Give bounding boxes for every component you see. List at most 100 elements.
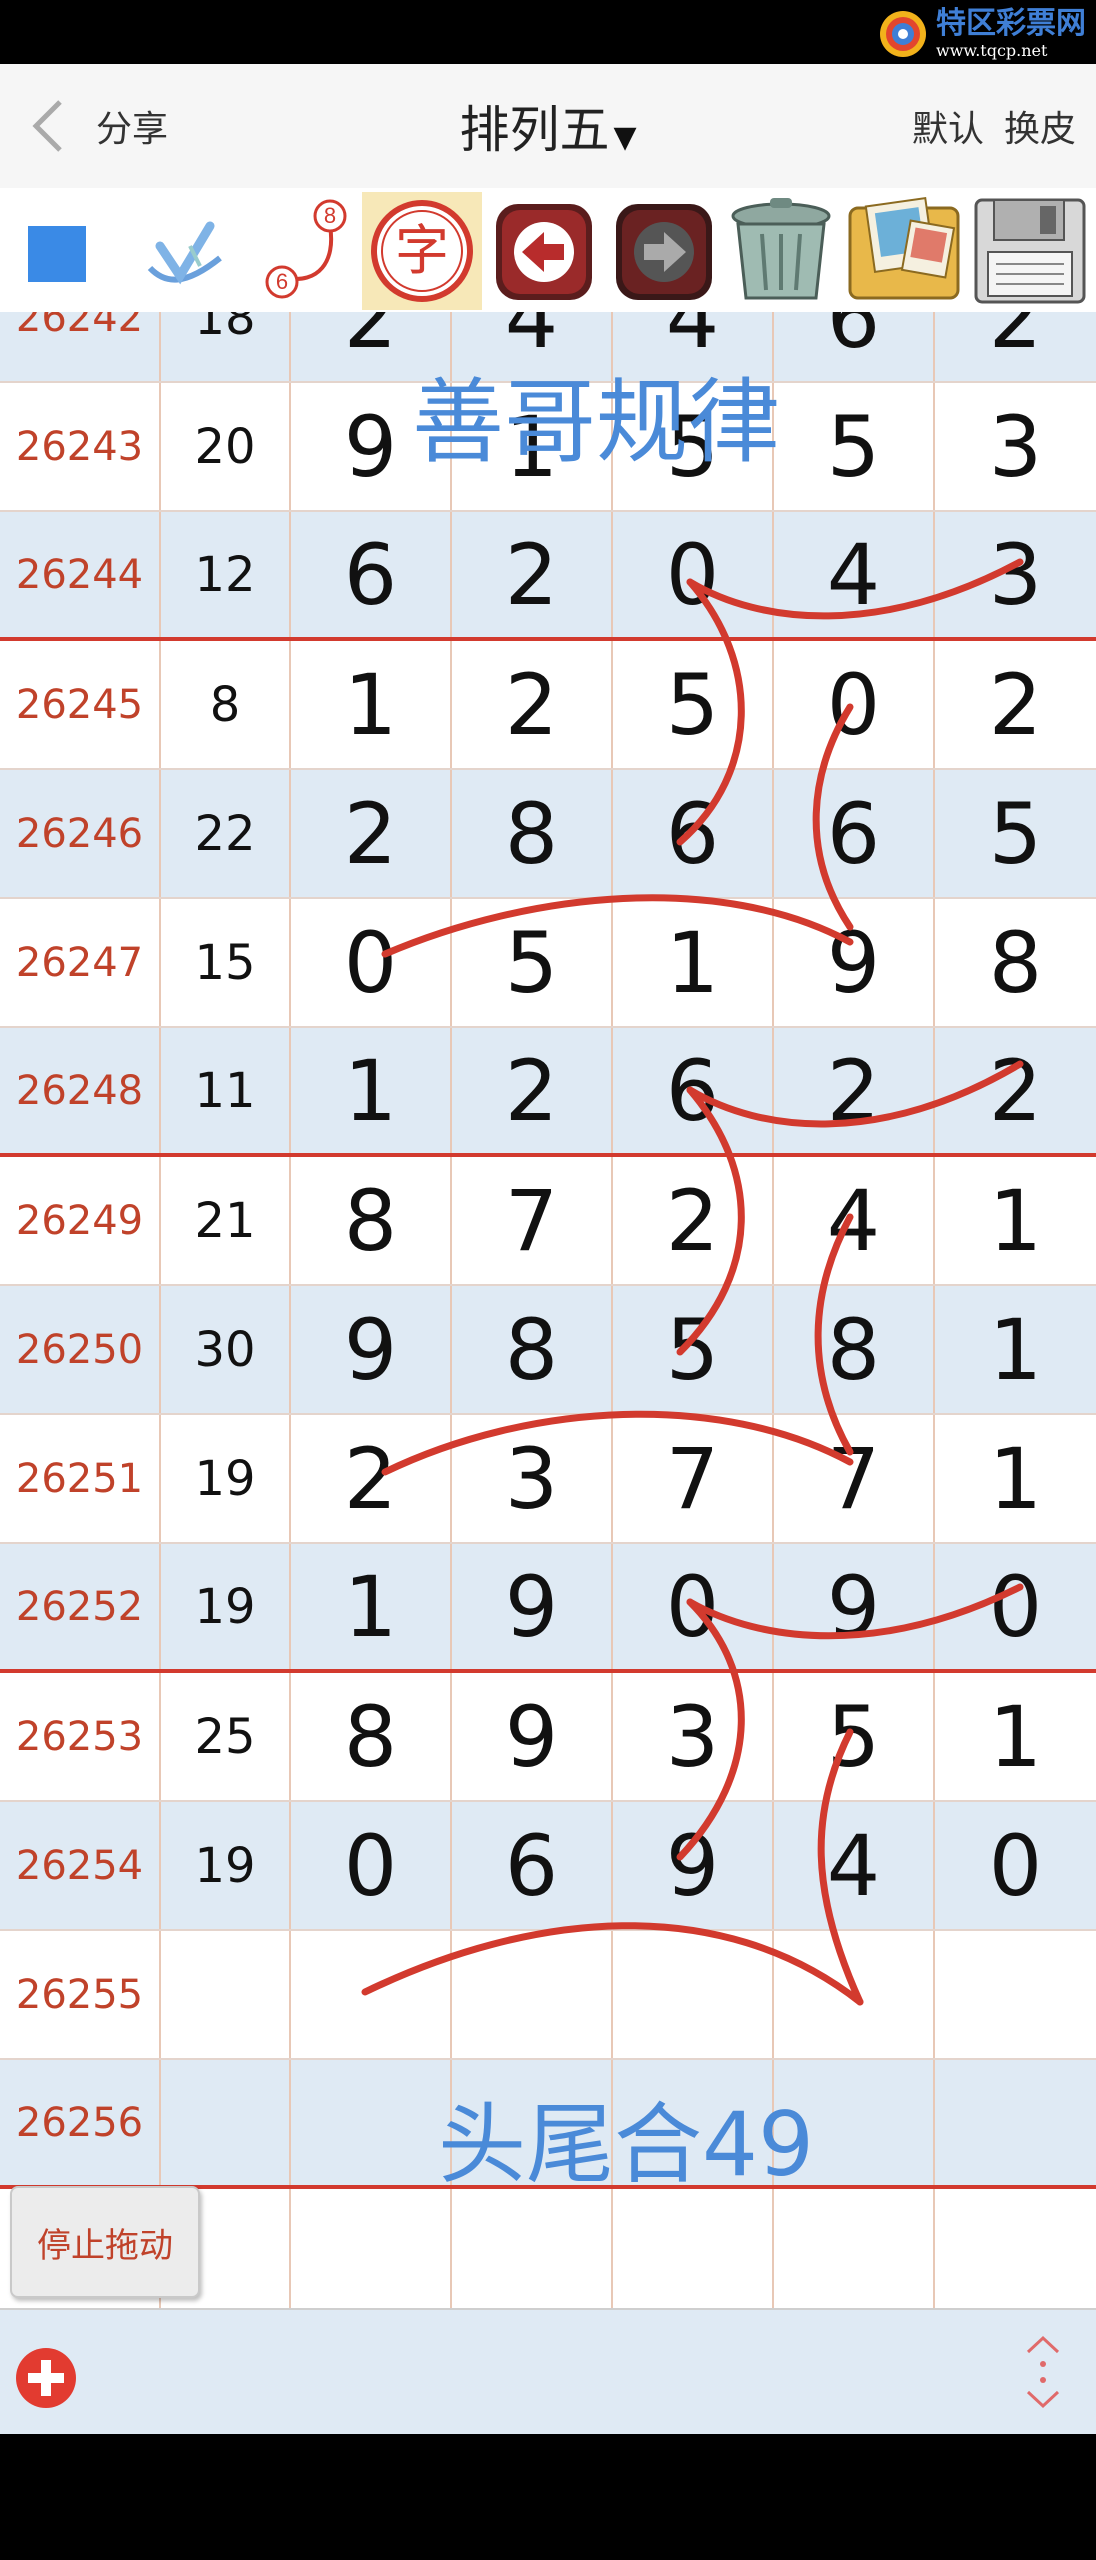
lottery-result-table[interactable]: 26242 18 2 4 4 6 2 26243 20 9 1 5 5 3 26244 12 6 2 0 4 3 2624… — [0, 312, 1096, 2308]
digit-cell[interactable]: 3 — [935, 512, 1096, 637]
digit-cell[interactable]: 1 — [935, 1673, 1096, 1800]
digit-cell[interactable]: 6 — [774, 312, 935, 381]
digit-cell[interactable]: 5 — [774, 383, 935, 510]
digit-cell[interactable] — [774, 2060, 935, 2185]
digit-cell[interactable]: 6 — [452, 1802, 613, 1929]
digit-cell[interactable]: 6 — [774, 770, 935, 897]
digit-cell[interactable]: 9 — [452, 1673, 613, 1800]
digit-cell[interactable]: 2 — [291, 770, 452, 897]
change-skin-button[interactable]: 换皮 — [1004, 100, 1076, 152]
digit-cell[interactable]: 0 — [291, 1802, 452, 1929]
digit-cell[interactable]: 0 — [613, 1544, 774, 1669]
digit-cell[interactable]: 2 — [935, 641, 1096, 768]
digit-cell[interactable]: 1 — [291, 641, 452, 768]
page-title-dropdown[interactable]: 排列五 ▼ — [459, 90, 636, 162]
digit-cell[interactable]: 9 — [291, 383, 452, 510]
digit-cell[interactable]: 1 — [935, 1157, 1096, 1284]
digit-cell[interactable]: 2 — [452, 512, 613, 637]
digit-cell[interactable]: 0 — [935, 1802, 1096, 1929]
redo-arrow-icon[interactable] — [612, 200, 716, 304]
digit-cell[interactable]: 1 — [452, 383, 613, 510]
digit-cell[interactable]: 8 — [452, 770, 613, 897]
digit-cell[interactable]: 8 — [291, 1673, 452, 1800]
digit-cell[interactable]: 9 — [452, 1544, 613, 1669]
save-floppy-icon[interactable] — [970, 194, 1090, 308]
digit-cell[interactable]: 3 — [452, 1415, 613, 1542]
digit-cell[interactable]: 5 — [613, 1286, 774, 1413]
digit-cell[interactable]: 9 — [291, 1286, 452, 1413]
digit-cell[interactable]: 4 — [774, 1802, 935, 1929]
curve-link-icon[interactable]: 8 6 — [258, 196, 358, 304]
digit-cell[interactable]: 8 — [452, 1286, 613, 1413]
issue-number-cell: 26246 — [0, 770, 161, 897]
digit-cell[interactable]: 9 — [774, 1544, 935, 1669]
undo-arrow-icon[interactable] — [492, 200, 596, 304]
digit-cell[interactable] — [291, 2189, 452, 2308]
trash-bin-icon[interactable] — [722, 194, 840, 306]
digit-cell[interactable] — [452, 2189, 613, 2308]
digit-cell[interactable]: 6 — [291, 512, 452, 637]
digit-cell[interactable]: 7 — [613, 1415, 774, 1542]
digit-cell[interactable]: 9 — [613, 1802, 774, 1929]
digit-cell[interactable]: 1 — [935, 1415, 1096, 1542]
digit-cell[interactable]: 5 — [935, 770, 1096, 897]
digit-cell[interactable]: 7 — [452, 1157, 613, 1284]
digit-cell[interactable]: 0 — [935, 1544, 1096, 1669]
digit-cell[interactable]: 8 — [774, 1286, 935, 1413]
digit-cell[interactable] — [613, 2060, 774, 2185]
digit-cell[interactable]: 1 — [613, 899, 774, 1026]
blue-square-color-icon[interactable] — [26, 224, 88, 284]
digit-cell[interactable]: 5 — [452, 899, 613, 1026]
digit-cell[interactable]: 6 — [613, 1028, 774, 1153]
digit-cell[interactable]: 6 — [613, 770, 774, 897]
default-button[interactable]: 默认 — [912, 100, 984, 152]
expand-vertical-icon[interactable] — [1020, 2334, 1066, 2410]
digit-cell[interactable] — [452, 1931, 613, 2058]
digit-cell[interactable]: 0 — [291, 899, 452, 1026]
digit-cell[interactable]: 3 — [935, 383, 1096, 510]
sum-cell: 12 — [161, 512, 291, 637]
add-plus-icon[interactable] — [14, 2346, 78, 2410]
photo-album-icon[interactable] — [842, 194, 966, 306]
digit-cell[interactable] — [291, 2060, 452, 2185]
digit-cell[interactable]: 4 — [452, 312, 613, 381]
share-button[interactable]: 分享 — [96, 100, 168, 152]
digit-cell[interactable]: 2 — [613, 1157, 774, 1284]
digit-cell[interactable]: 2 — [935, 1028, 1096, 1153]
digit-cell[interactable]: 0 — [774, 641, 935, 768]
digit-cell[interactable] — [613, 2189, 774, 2308]
digit-cell[interactable]: 3 — [613, 1673, 774, 1800]
digit-cell[interactable] — [774, 1931, 935, 2058]
digit-cell[interactable]: 9 — [774, 899, 935, 1026]
digit-cell[interactable] — [935, 2189, 1096, 2308]
digit-cell[interactable]: 1 — [291, 1544, 452, 1669]
digit-cell[interactable]: 4 — [774, 1157, 935, 1284]
digit-cell[interactable]: 2 — [452, 1028, 613, 1153]
digit-cell[interactable]: 0 — [613, 512, 774, 637]
digit-cell[interactable] — [935, 1931, 1096, 2058]
text-tool-button[interactable]: 字 — [362, 192, 482, 310]
back-arrow-icon[interactable] — [30, 98, 66, 154]
digit-cell[interactable] — [935, 2060, 1096, 2185]
digit-cell[interactable]: 8 — [935, 899, 1096, 1026]
digit-cell[interactable]: 4 — [774, 512, 935, 637]
digit-cell[interactable] — [613, 1931, 774, 2058]
digit-cell[interactable] — [774, 2189, 935, 2308]
digit-cell[interactable]: 2 — [291, 1415, 452, 1542]
digit-cell[interactable]: 1 — [291, 1028, 452, 1153]
digit-cell[interactable]: 2 — [291, 312, 452, 381]
digit-cell[interactable]: 8 — [291, 1157, 452, 1284]
digit-cell[interactable]: 4 — [613, 312, 774, 381]
digit-cell[interactable]: 2 — [935, 312, 1096, 381]
digit-cell[interactable] — [291, 1931, 452, 2058]
digit-cell[interactable]: 2 — [452, 641, 613, 768]
digit-cell[interactable]: 1 — [935, 1286, 1096, 1413]
digit-cell[interactable]: 5 — [774, 1673, 935, 1800]
pen-draw-icon[interactable] — [140, 206, 240, 306]
digit-cell[interactable]: 7 — [774, 1415, 935, 1542]
digit-cell[interactable]: 5 — [613, 641, 774, 768]
stop-drag-button[interactable]: 停止拖动 — [10, 2186, 200, 2298]
digit-cell[interactable] — [452, 2060, 613, 2185]
digit-cell[interactable]: 5 — [613, 383, 774, 510]
digit-cell[interactable]: 2 — [774, 1028, 935, 1153]
